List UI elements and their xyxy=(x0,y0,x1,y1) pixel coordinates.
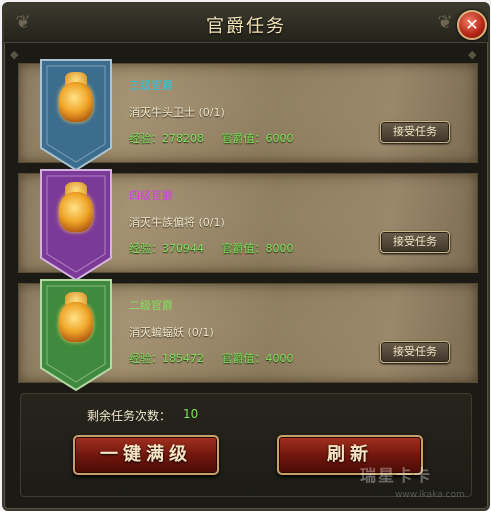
max-level-button[interactable]: 一键满级 xyxy=(73,435,219,475)
rank-banner xyxy=(39,276,113,392)
task-card: 四级官爵 消灭牛族偏将 (0/1) 经验：370944 官爵值：8000 接受任… xyxy=(18,169,478,282)
task-reward: 经验：370944 官爵值：8000 xyxy=(129,242,294,255)
rank-title: 三级官爵 xyxy=(129,79,173,92)
close-icon: ✕ xyxy=(465,15,479,34)
title-bar: ❦ 官爵任务 ❦ ✕ xyxy=(4,4,488,43)
window-title: 官爵任务 xyxy=(206,16,286,37)
rank-title: 四级官爵 xyxy=(129,189,173,202)
title-value: 8000 xyxy=(265,242,294,255)
rank-banner xyxy=(39,166,113,282)
task-card: 二级官爵 消灭蝙蝠妖 (0/1) 经验：185472 官爵值：4000 接受任务 xyxy=(18,279,478,392)
task-card: 三级官爵 消灭牛头卫士 (0/1) 经验：278208 官爵值：6000 接受任… xyxy=(18,59,478,172)
exp-value: 185472 xyxy=(162,352,204,365)
watermark-brand: 瑞星卡卡 xyxy=(360,466,433,485)
corner-ornament-icon: ◆ xyxy=(468,48,477,61)
accept-task-button[interactable]: 接受任务 xyxy=(380,231,450,253)
accept-task-button[interactable]: 接受任务 xyxy=(380,341,450,363)
emblem-icon xyxy=(59,82,93,122)
ornament-icon: ❦ xyxy=(437,12,453,33)
exp-value: 278208 xyxy=(162,132,204,145)
corner-ornament-icon: ◆ xyxy=(10,48,19,61)
title-value: 4000 xyxy=(265,352,294,365)
task-objective: 消灭蝙蝠妖 (0/1) xyxy=(129,326,214,339)
emblem-icon xyxy=(59,302,93,342)
task-objective: 消灭牛头卫士 (0/1) xyxy=(129,106,225,119)
close-button[interactable]: ✕ xyxy=(457,10,487,40)
remaining-tasks-label: 剩余任务次数： xyxy=(87,409,172,423)
task-reward: 经验：278208 官爵值：6000 xyxy=(129,132,294,145)
task-reward: 经验：185472 官爵值：4000 xyxy=(129,352,294,365)
accept-task-button[interactable]: 接受任务 xyxy=(380,121,450,143)
task-window: ❦ 官爵任务 ❦ ✕ ◆ ◆ 三级官爵 消灭牛头卫士 (0/1) 经验：2782… xyxy=(2,2,490,511)
title-value: 6000 xyxy=(265,132,294,145)
rank-banner xyxy=(39,56,113,172)
emblem-icon xyxy=(59,192,93,232)
remaining-tasks-value: 10 xyxy=(183,407,199,421)
task-objective: 消灭牛族偏将 (0/1) xyxy=(129,216,225,229)
rank-title: 二级官爵 xyxy=(129,299,173,312)
watermark-url: www.ikaka.com xyxy=(395,490,465,500)
exp-value: 370944 xyxy=(162,242,204,255)
